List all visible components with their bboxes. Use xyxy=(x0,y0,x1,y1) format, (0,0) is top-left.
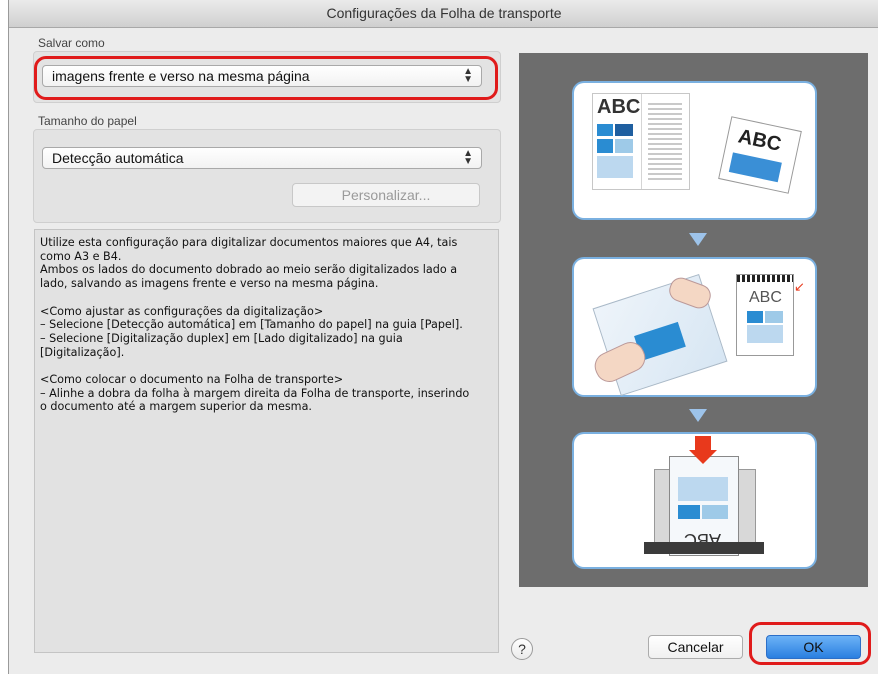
highlight-save-as xyxy=(34,56,498,100)
title-bar: Configurações da Folha de transporte xyxy=(9,0,878,28)
description-line: o documento até a margem superior da mes… xyxy=(40,400,312,414)
description-line: Utilize esta configuração para digitaliz… xyxy=(40,236,458,249)
description-line: – Selecione [Detecção automática] em [Ta… xyxy=(40,318,463,332)
abc-label-carrier: ABC xyxy=(749,289,782,306)
scanner-base xyxy=(644,542,764,554)
settings-dialog: Configurações da Folha de transporte Sal… xyxy=(8,0,878,674)
help-button[interactable]: ? xyxy=(511,638,533,660)
window-title: Configurações da Folha de transporte xyxy=(326,5,562,21)
popup-arrows-icon: ▲ ▼ xyxy=(463,148,473,167)
description-box: Utilize esta configuração para digitaliz… xyxy=(34,229,499,653)
carrier-sheet-front-image: ABC xyxy=(736,274,794,356)
illustration-step-1: ABC ABC xyxy=(574,83,815,218)
customize-button[interactable]: Personalizar... xyxy=(292,183,480,207)
paper-size-label: Tamanho do papel xyxy=(38,114,137,128)
paper-size-selected-value: Detecção automática xyxy=(52,150,184,166)
description-line: lado, salvando as imagens frente e verso… xyxy=(40,277,379,291)
description-line: [Digitalização]. xyxy=(40,345,125,359)
description-line: como A3 e B4. xyxy=(40,249,122,263)
description-text: Utilize esta configuração para digitaliz… xyxy=(40,236,498,414)
paper-size-group xyxy=(33,129,501,223)
description-line: – Alinhe a dobra da folha à margem direi… xyxy=(40,386,470,400)
illustration-step-2: ABC ↙ xyxy=(574,259,815,397)
abc-label-left: ABC xyxy=(597,96,641,118)
highlight-ok xyxy=(749,622,871,665)
insert-arrow-head-icon xyxy=(689,450,717,464)
book-spread-image: ABC xyxy=(592,93,690,190)
description-line xyxy=(40,359,498,373)
carrier-in-scanner-image: ABC xyxy=(669,456,739,556)
folded-document-image: ABC xyxy=(718,116,802,194)
down-arrow-icon xyxy=(689,233,707,246)
description-line: <Como colocar o documento na Folha de tr… xyxy=(40,373,344,386)
save-as-label: Salvar como xyxy=(38,36,105,50)
cancel-button[interactable]: Cancelar xyxy=(648,635,743,659)
abc-label-right: ABC xyxy=(736,125,784,156)
corner-arrow-icon: ↙ xyxy=(794,279,805,294)
insert-arrow-icon xyxy=(695,436,711,450)
description-line: <Como ajustar as configurações da digita… xyxy=(40,304,324,318)
description-line xyxy=(40,291,498,305)
down-arrow-icon xyxy=(689,409,707,422)
illustration-step-3: ABC xyxy=(574,434,815,567)
description-line: Ambos os lados do documento dobrado ao m… xyxy=(40,263,458,277)
illustration-panel: ABC ABC ABC ↙ ABC xyxy=(519,53,868,587)
paper-size-select[interactable]: Detecção automática ▲ ▼ xyxy=(42,147,482,169)
description-line: – Selecione [Digitalização duplex] em [L… xyxy=(40,331,403,345)
